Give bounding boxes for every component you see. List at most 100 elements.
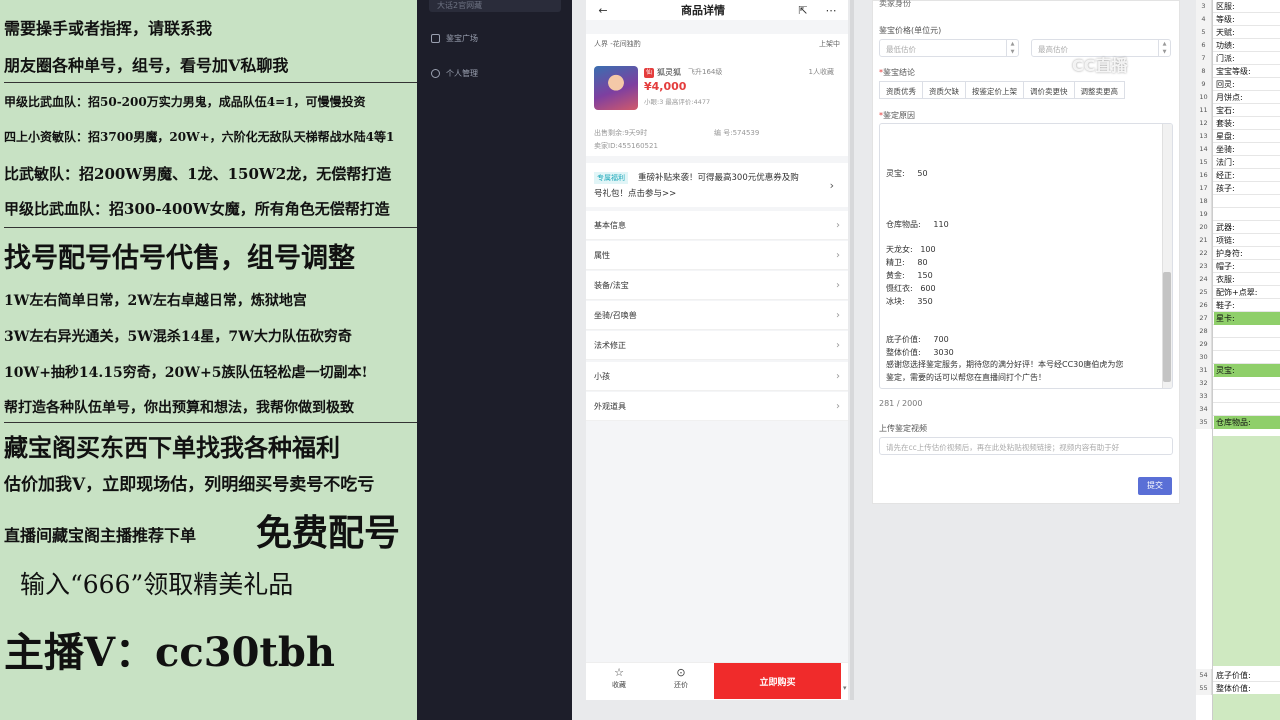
more-icon[interactable]: ⋯: [824, 4, 838, 17]
table-row[interactable]: 12 套装:: [1196, 117, 1280, 130]
buy-now-button[interactable]: 立即购买: [714, 663, 841, 699]
textarea-scrollbar[interactable]: [1162, 124, 1172, 388]
row-number[interactable]: 32: [1196, 377, 1212, 390]
row-number[interactable]: 25: [1196, 286, 1212, 299]
phone-scrollbar[interactable]: [850, 0, 854, 700]
table-row[interactable]: 25 配饰+点翠:: [1196, 286, 1280, 299]
table-row[interactable]: 10 月饼点:: [1196, 91, 1280, 104]
table-row[interactable]: 11 宝石:: [1196, 104, 1280, 117]
sheet-cell[interactable]: [1214, 390, 1280, 403]
row-number[interactable]: 15: [1196, 156, 1212, 169]
share-icon[interactable]: ⇱: [796, 4, 810, 17]
table-row[interactable]: 14 坐骑:: [1196, 143, 1280, 156]
min-price-input[interactable]: 最低估价 ▲ ▼: [879, 39, 1019, 57]
table-row[interactable]: 21 项链:: [1196, 234, 1280, 247]
table-row[interactable]: 31 灵宝:: [1196, 364, 1280, 377]
conclusion-option[interactable]: 按鉴定价上架: [965, 81, 1024, 99]
sheet-cell[interactable]: 底子价值:: [1214, 669, 1280, 682]
sheet-cell[interactable]: 等级:: [1214, 13, 1280, 26]
menu-mount-summon[interactable]: 坐骑/召唤兽 ›: [586, 301, 848, 330]
table-row[interactable]: 29: [1196, 338, 1280, 351]
table-row[interactable]: 7 门派:: [1196, 52, 1280, 65]
sheet-cell[interactable]: 坐骑:: [1214, 143, 1280, 156]
sheet-cell[interactable]: 套装:: [1214, 117, 1280, 130]
welfare-banner[interactable]: 专属福利 重磅补贴来袭！可得最高300元优惠券及购 号礼包！点击参与>> ›: [586, 163, 848, 207]
sheet-cell[interactable]: 护身符:: [1214, 247, 1280, 260]
row-number[interactable]: 18: [1196, 195, 1212, 208]
table-row[interactable]: 20 武器:: [1196, 221, 1280, 234]
sheet-cell[interactable]: 月饼点:: [1214, 91, 1280, 104]
conclusion-option[interactable]: 资质欠缺: [922, 81, 966, 99]
sidebar-item-appraisal-square[interactable]: 鉴宝广场: [431, 33, 478, 44]
table-row[interactable]: 26 鞋子:: [1196, 299, 1280, 312]
table-row[interactable]: 34: [1196, 403, 1280, 416]
menu-child[interactable]: 小孩 ›: [586, 362, 848, 391]
table-row[interactable]: 4 等级:: [1196, 13, 1280, 26]
row-number[interactable]: 23: [1196, 260, 1212, 273]
sidebar-item-personal[interactable]: 个人管理: [431, 68, 478, 79]
row-number[interactable]: 19: [1196, 208, 1212, 221]
row-number[interactable]: 27: [1196, 312, 1212, 325]
sheet-cell[interactable]: 宝石:: [1214, 104, 1280, 117]
sidebar-top-select[interactable]: 大话2官网藏: [429, 0, 561, 12]
table-row[interactable]: 24 衣服:: [1196, 273, 1280, 286]
sheet-cell[interactable]: [1214, 338, 1280, 351]
sheet-cell[interactable]: 法门:: [1214, 156, 1280, 169]
row-number[interactable]: 29: [1196, 338, 1212, 351]
stepper-icon[interactable]: ▲ ▼: [1158, 40, 1170, 56]
row-number[interactable]: 4: [1196, 13, 1212, 26]
video-link-input[interactable]: 请先在cc上传估价视频后，再在此处粘贴视频链接；视频内容有助于好: [879, 437, 1173, 455]
menu-equipment[interactable]: 装备/法宝 ›: [586, 271, 848, 300]
back-arrow-icon[interactable]: ←: [596, 4, 610, 17]
row-number[interactable]: 12: [1196, 117, 1212, 130]
table-row[interactable]: 5 天赋:: [1196, 26, 1280, 39]
row-number[interactable]: 35: [1196, 416, 1212, 429]
row-number[interactable]: 13: [1196, 130, 1212, 143]
row-number[interactable]: 28: [1196, 325, 1212, 338]
table-row[interactable]: 27 星卡:: [1196, 312, 1280, 325]
table-row[interactable]: 6 功绩:: [1196, 39, 1280, 52]
sheet-cell[interactable]: 帽子:: [1214, 260, 1280, 273]
menu-attributes[interactable]: 属性 ›: [586, 241, 848, 270]
sheet-cell[interactable]: [1214, 195, 1280, 208]
scrollbar-thumb[interactable]: [1163, 272, 1171, 382]
submit-button[interactable]: 提交: [1138, 477, 1172, 495]
table-row[interactable]: 13 星盘:: [1196, 130, 1280, 143]
table-row[interactable]: 19: [1196, 208, 1280, 221]
menu-basic-info[interactable]: 基本信息 ›: [586, 211, 848, 240]
row-number[interactable]: 5: [1196, 26, 1212, 39]
table-row[interactable]: 16 经正:: [1196, 169, 1280, 182]
table-row[interactable]: 35 仓库物品:: [1196, 416, 1280, 429]
row-number[interactable]: 54: [1196, 669, 1212, 682]
sheet-cell[interactable]: 武器:: [1214, 221, 1280, 234]
menu-appearance[interactable]: 外观道具 ›: [586, 392, 848, 421]
conclusion-option[interactable]: 调整卖更高: [1073, 81, 1125, 99]
sheet-cell[interactable]: 星卡:: [1214, 312, 1280, 325]
sheet-cell[interactable]: 星盘:: [1214, 130, 1280, 143]
sheet-cell[interactable]: 孩子:: [1214, 182, 1280, 195]
table-row[interactable]: 18: [1196, 195, 1280, 208]
row-number[interactable]: 34: [1196, 403, 1212, 416]
row-number[interactable]: 7: [1196, 52, 1212, 65]
row-number[interactable]: 22: [1196, 247, 1212, 260]
sheet-cell[interactable]: 配饰+点翠:: [1214, 286, 1280, 299]
row-number[interactable]: 21: [1196, 234, 1212, 247]
sheet-cell[interactable]: [1214, 377, 1280, 390]
table-row[interactable]: 9 回灵:: [1196, 78, 1280, 91]
table-row[interactable]: 8 宝宝等级:: [1196, 65, 1280, 78]
favorite-button[interactable]: ☆ 收藏: [594, 667, 644, 690]
sheet-cell[interactable]: 衣服:: [1214, 273, 1280, 286]
sheet-cell[interactable]: [1214, 403, 1280, 416]
row-number[interactable]: 6: [1196, 39, 1212, 52]
row-number[interactable]: 11: [1196, 104, 1212, 117]
scroll-down-icon[interactable]: ▾: [843, 684, 847, 692]
table-row[interactable]: 32: [1196, 377, 1280, 390]
stepper-icon[interactable]: ▲ ▼: [1006, 40, 1018, 56]
row-number[interactable]: 3: [1196, 0, 1212, 13]
row-number[interactable]: 26: [1196, 299, 1212, 312]
conclusion-option[interactable]: 资质优秀: [879, 81, 923, 99]
table-row[interactable]: 22 护身符:: [1196, 247, 1280, 260]
reason-textarea[interactable]: 灵宝: 50 仓库物品: 110 天龙女: 100 精卫: 80 黄金: 150…: [879, 123, 1173, 389]
table-row[interactable]: 15 法门:: [1196, 156, 1280, 169]
table-row[interactable]: 30: [1196, 351, 1280, 364]
